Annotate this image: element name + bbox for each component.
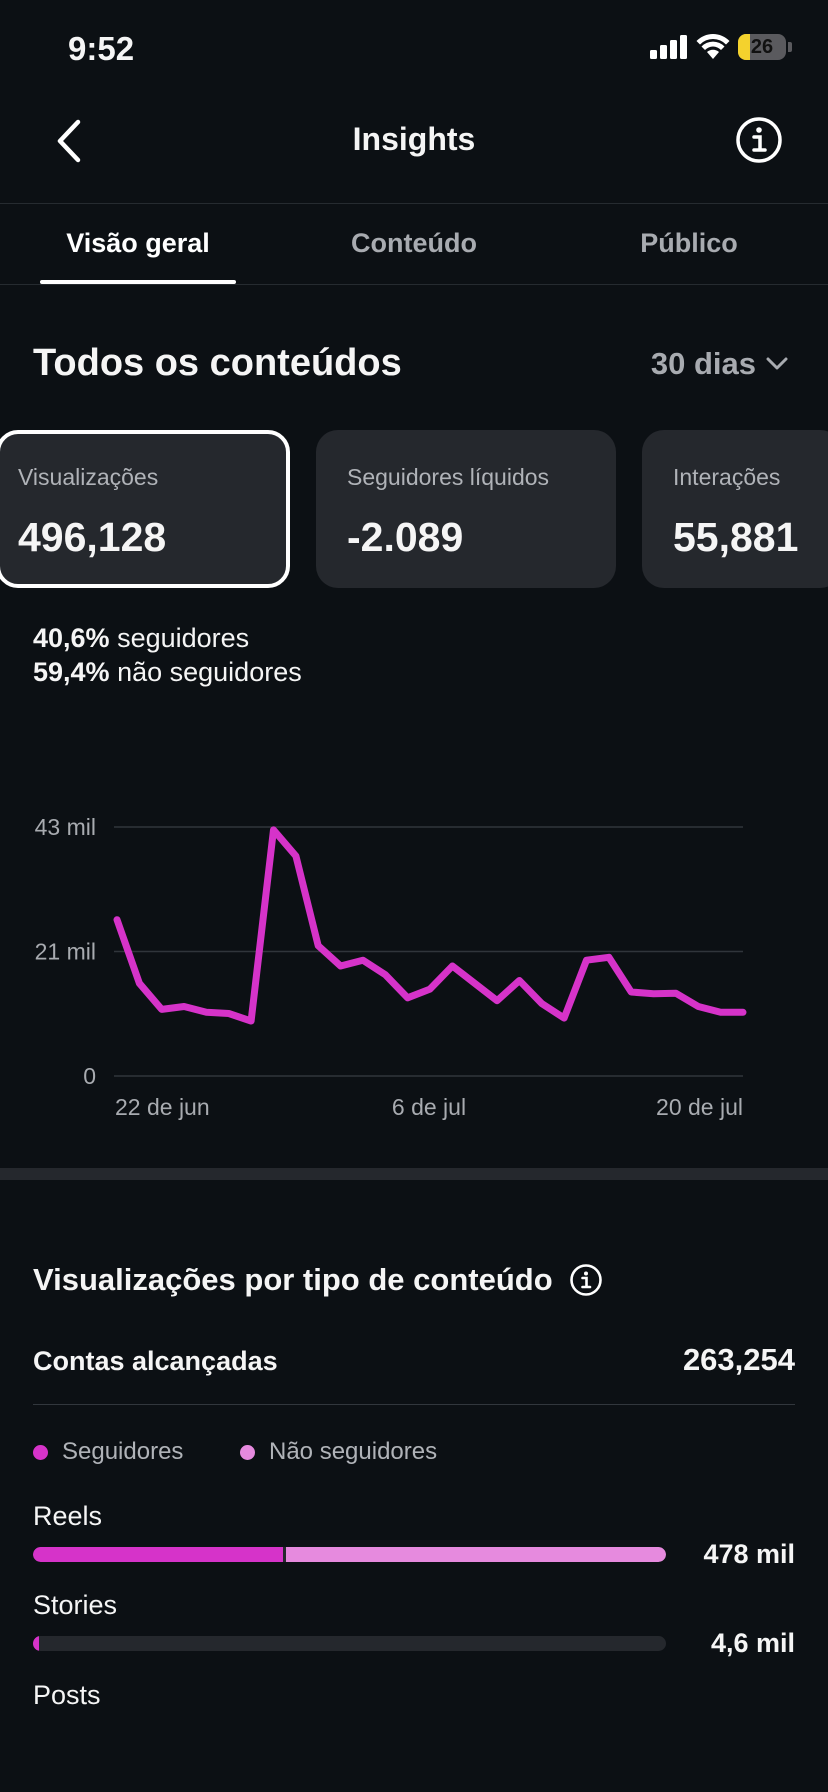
metric-label: Seguidores líquidos <box>347 464 550 490</box>
section-title: Todos os conteúdos <box>33 342 402 384</box>
bar-segment-non-followers <box>286 1547 666 1562</box>
period-label: 30 dias <box>650 346 756 381</box>
y-tick-label: 21 mil <box>35 939 96 965</box>
section-separator <box>0 1168 828 1180</box>
bar-segment-followers <box>33 1547 284 1562</box>
legend-dot <box>33 1444 48 1460</box>
views-line-chart: 43 mil 21 mil 0 22 de jun 6 de jul 20 de jul <box>35 814 747 1120</box>
status-icons: 26 <box>650 34 792 60</box>
status-time: 9:52 <box>68 30 135 67</box>
battery-icon: 26 <box>738 34 786 60</box>
metric-value: -2.089 <box>347 514 464 560</box>
non-followers-split: 59,4% não seguidores <box>33 657 302 688</box>
reach-divider <box>33 1404 795 1405</box>
battery-level: 26 <box>750 36 774 58</box>
metric-value: 55,881 <box>673 514 799 560</box>
info-button[interactable] <box>734 115 784 165</box>
metric-value: 496,128 <box>18 514 167 560</box>
bar-value-reels: 478 mil <box>703 1539 795 1569</box>
battery-cap <box>788 42 792 52</box>
wifi-icon <box>696 34 730 59</box>
non-followers-text: não seguidores <box>117 657 302 687</box>
x-tick-label: 20 de jul <box>656 1094 743 1120</box>
tab-visao-geral[interactable]: Visão geral <box>40 228 236 259</box>
followers-text: seguidores <box>117 623 250 653</box>
x-tick-label: 6 de jul <box>392 1094 466 1120</box>
x-tick-label: 22 de jun <box>115 1094 210 1120</box>
metric-card-interactions[interactable]: Interações 55,881 <box>642 430 828 588</box>
bar-label-posts: Posts <box>33 1680 101 1710</box>
info-icon[interactable] <box>569 1263 603 1297</box>
content-type-title: Visualizações por tipo de conteúdo <box>33 1262 603 1298</box>
bar-track-reels <box>33 1547 666 1562</box>
metric-label: Visualizações <box>18 464 159 490</box>
bar-segment-followers <box>33 1636 39 1651</box>
metric-card-net-followers[interactable]: Seguidores líquidos -2.089 <box>316 430 616 588</box>
bar-value-stories: 4,6 mil <box>710 1628 795 1658</box>
accounts-reached-value: 263,254 <box>682 1342 795 1377</box>
cellular-signal-icon <box>650 35 687 59</box>
non-followers-pct: 59,4% <box>33 657 110 687</box>
header-divider <box>0 203 828 204</box>
legend-label: Não seguidores <box>269 1438 438 1465</box>
content-type-title-text: Visualizações por tipo de conteúdo <box>33 1262 553 1297</box>
page-title: Insights <box>352 121 476 157</box>
followers-pct: 40,6% <box>33 623 110 653</box>
accounts-reached-label: Contas alcançadas <box>33 1346 278 1376</box>
y-tick-label: 0 <box>83 1063 96 1089</box>
bar-track-stories <box>33 1636 666 1651</box>
y-tick-label: 43 mil <box>35 814 96 840</box>
metric-label: Interações <box>673 464 781 490</box>
metric-card-views[interactable]: Visualizações 496,128 <box>0 430 290 588</box>
bar-label-reels: Reels <box>33 1501 103 1531</box>
legend-followers: Seguidores <box>33 1438 183 1466</box>
period-dropdown[interactable]: 30 dias <box>651 346 788 382</box>
chart-series-line <box>113 826 747 1025</box>
tab-publico[interactable]: Público <box>589 228 789 259</box>
legend-label: Seguidores <box>62 1438 184 1465</box>
info-icon <box>736 117 782 163</box>
followers-split: 40,6% seguidores <box>33 623 249 654</box>
tabs-divider <box>0 284 828 285</box>
chevron-down-icon <box>766 357 788 370</box>
tab-conteudo[interactable]: Conteúdo <box>314 228 514 259</box>
legend-non-followers: Não seguidores <box>240 1438 437 1466</box>
legend-dot <box>240 1444 255 1460</box>
bar-label-stories: Stories <box>33 1590 118 1620</box>
